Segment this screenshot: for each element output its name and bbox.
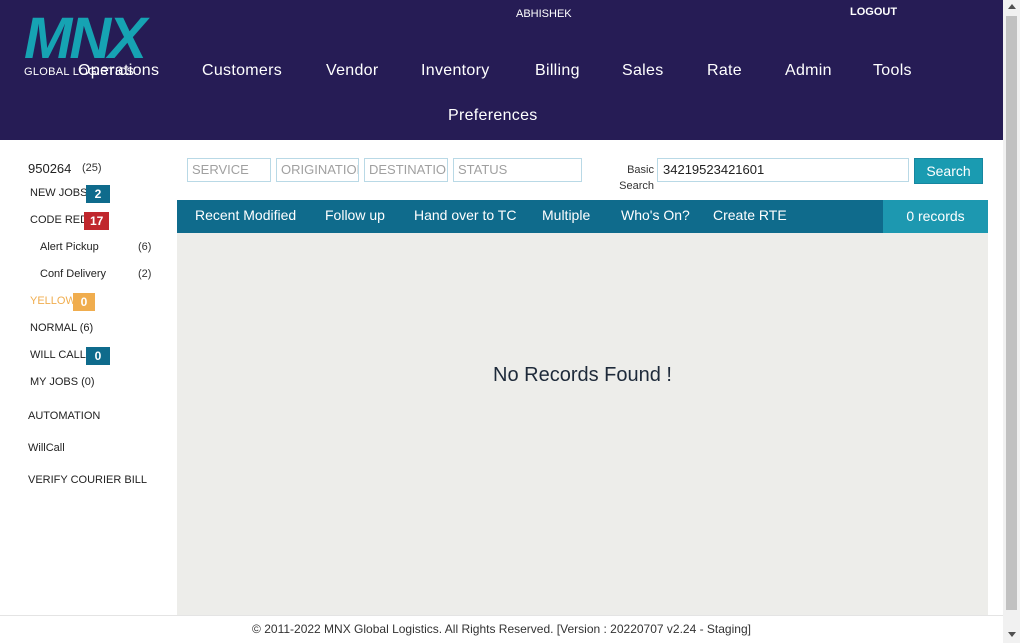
basic-search-label-line1: Basic	[627, 164, 654, 176]
nav-vendor[interactable]: Vendor	[326, 62, 379, 80]
sidebar-item-new-jobs[interactable]: NEW JOBS	[30, 187, 87, 199]
basic-search-label: Basic Search	[614, 162, 654, 194]
sidebar-link-verify-courier-bill[interactable]: VERIFY COURIER BILL	[28, 474, 147, 486]
records-count: 0 records	[883, 200, 988, 233]
tab-whos-on[interactable]: Who's On?	[621, 207, 690, 223]
footer-divider	[0, 615, 1003, 616]
nav-sales[interactable]: Sales	[622, 62, 664, 80]
nav-inventory[interactable]: Inventory	[421, 62, 490, 80]
tab-create-rte[interactable]: Create RTE	[713, 207, 787, 223]
basic-search-input[interactable]: 34219523421601	[657, 158, 909, 182]
conf-delivery-count: (2)	[138, 268, 152, 280]
new-jobs-badge: 2	[86, 185, 110, 203]
code-red-badge: 17	[84, 212, 110, 230]
nav-operations[interactable]: Operations	[78, 62, 159, 80]
basic-search-label-line2: Search	[619, 180, 654, 192]
nav-customers[interactable]: Customers	[202, 62, 282, 80]
search-button[interactable]: Search	[914, 158, 983, 184]
results-panel: No Records Found !	[177, 233, 988, 615]
status-filter[interactable]: STATUS	[453, 158, 582, 182]
sidebar-link-automation[interactable]: AUTOMATION	[28, 410, 100, 422]
page: MNX GLOBAL LOGISTICS ABHISHEK LOGOUT Ope…	[0, 0, 1020, 643]
tab-multiple[interactable]: Multiple	[542, 207, 590, 223]
sidebar-item-yellow[interactable]: YELLOW	[30, 295, 76, 307]
station-id[interactable]: 950264	[28, 161, 71, 176]
alert-pickup-count: (6)	[138, 241, 152, 253]
footer-copyright: © 2011-2022 MNX Global Logistics. All Ri…	[252, 622, 751, 636]
sidebar-item-normal[interactable]: NORMAL (6)	[30, 322, 93, 334]
service-filter[interactable]: SERVICE	[187, 158, 271, 182]
nav-billing[interactable]: Billing	[535, 62, 580, 80]
will-call-badge: 0	[86, 347, 110, 365]
logo-mark: MNX	[24, 6, 147, 71]
logout-link[interactable]: LOGOUT	[850, 6, 897, 18]
scrollbar-thumb[interactable]	[1006, 16, 1017, 610]
scroll-down-arrow-icon[interactable]	[1008, 632, 1016, 637]
empty-state-message: No Records Found !	[493, 364, 672, 386]
scroll-up-arrow-icon[interactable]	[1008, 4, 1016, 9]
station-count: (25)	[82, 162, 102, 174]
tab-follow-up[interactable]: Follow up	[325, 207, 385, 223]
user-name: ABHISHEK	[516, 8, 572, 20]
sidebar-item-conf-delivery[interactable]: Conf Delivery	[40, 268, 106, 280]
destination-filter[interactable]: DESTINATION	[364, 158, 448, 182]
tab-hand-over-to-tc[interactable]: Hand over to TC	[414, 207, 516, 223]
top-header: MNX GLOBAL LOGISTICS ABHISHEK LOGOUT Ope…	[0, 0, 1003, 140]
origination-filter[interactable]: ORIGINATION	[276, 158, 359, 182]
sidebar-item-my-jobs[interactable]: MY JOBS (0)	[30, 376, 95, 388]
nav-tools[interactable]: Tools	[873, 62, 912, 80]
nav-admin[interactable]: Admin	[785, 62, 832, 80]
sidebar-item-will-call[interactable]: WILL CALL	[30, 349, 86, 361]
tab-recent-modified[interactable]: Recent Modified	[195, 207, 296, 223]
sidebar-item-alert-pickup[interactable]: Alert Pickup	[40, 241, 99, 253]
sidebar-item-code-red[interactable]: CODE RED	[30, 214, 88, 226]
nav-preferences[interactable]: Preferences	[448, 107, 538, 125]
yellow-badge: 0	[73, 293, 95, 311]
sidebar-link-willcall[interactable]: WillCall	[28, 442, 65, 454]
nav-rate[interactable]: Rate	[707, 62, 742, 80]
